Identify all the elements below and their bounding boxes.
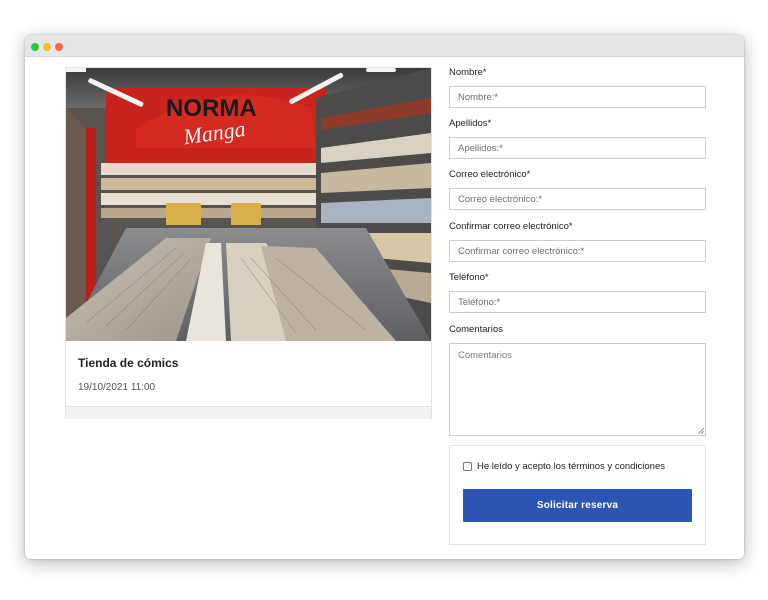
first-name-input[interactable] [449,86,706,108]
terms-box: He leído y acepto los términos y condici… [449,445,706,545]
window-minimize-button[interactable] [43,43,51,51]
event-photo: NORMA Manga [66,68,431,341]
comments-textarea[interactable] [449,343,706,436]
window-close-button[interactable] [31,43,39,51]
last-name-label: Apellidos* [449,118,492,129]
confirm-email-input[interactable] [449,240,706,262]
submit-reservation-button[interactable]: Solicitar reserva [463,489,692,522]
event-title: Tienda de cómics [78,356,179,370]
comments-label: Comentarios [449,324,503,335]
phone-label: Teléfono* [449,272,489,283]
confirm-email-label: Confirmar correo electrónico* [449,221,573,232]
terms-checkbox[interactable] [463,462,472,471]
last-name-input[interactable] [449,137,706,159]
first-name-label: Nombre* [449,67,487,78]
terms-label[interactable]: He leído y acepto los términos y condici… [477,461,665,472]
browser-window: NORMA Manga Tienda de cómics 19/10/2021 … [25,35,744,559]
window-zoom-button[interactable] [55,43,63,51]
email-label: Correo electrónico* [449,169,531,180]
phone-input[interactable] [449,291,706,313]
email-input[interactable] [449,188,706,210]
event-card: NORMA Manga Tienda de cómics 19/10/2021 … [65,67,432,419]
window-titlebar [25,35,744,57]
event-datetime: 19/10/2021 11:00 [78,382,156,393]
card-footer [66,406,431,419]
